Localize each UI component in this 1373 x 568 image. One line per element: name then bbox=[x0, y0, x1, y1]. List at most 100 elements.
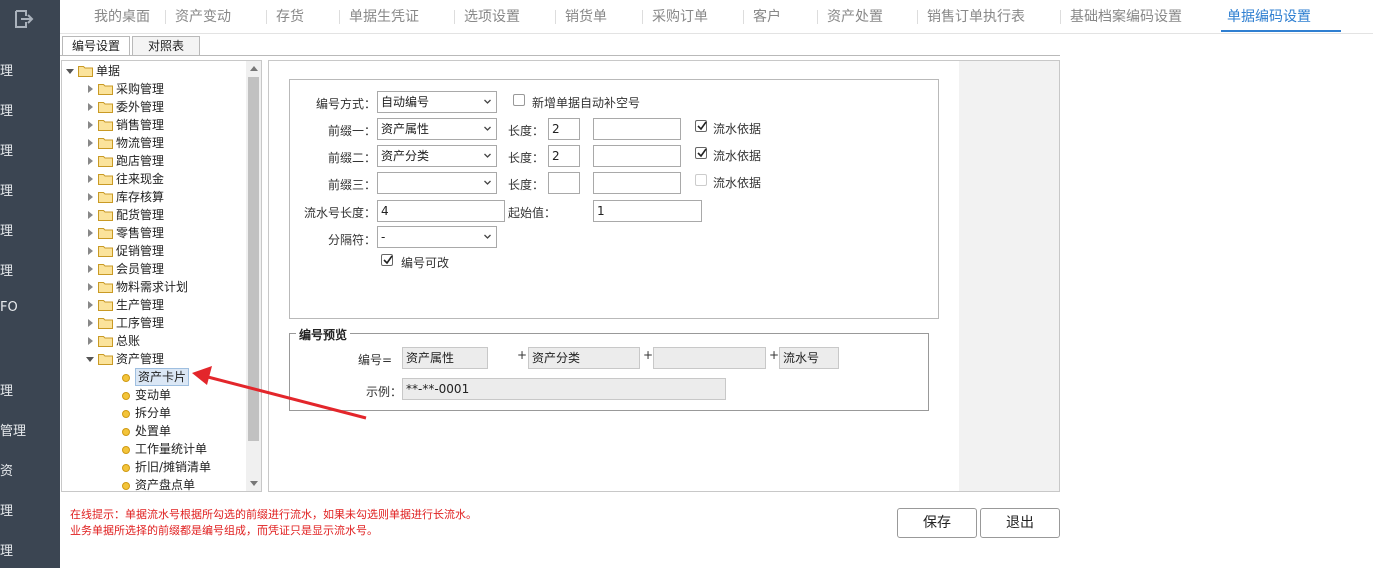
tab-doc-code-settings[interactable]: 单据编码设置 bbox=[1221, 0, 1341, 34]
scroll-thumb[interactable] bbox=[248, 77, 259, 441]
tab-my-desktop[interactable]: 我的桌面 bbox=[94, 0, 150, 34]
document-icon bbox=[122, 464, 130, 472]
expand-icon[interactable] bbox=[88, 85, 93, 93]
serial-basis3-checkbox[interactable] bbox=[695, 174, 707, 186]
prefix2-length-input[interactable]: 2 bbox=[548, 145, 580, 167]
save-button[interactable]: 保存 bbox=[897, 508, 977, 538]
expand-icon[interactable] bbox=[88, 103, 93, 111]
example-label: 示例： bbox=[366, 385, 403, 399]
tab-customer[interactable]: 客户 bbox=[743, 0, 781, 34]
scroll-down-icon[interactable] bbox=[250, 481, 258, 486]
prefix3-select[interactable] bbox=[377, 172, 497, 194]
expand-icon[interactable] bbox=[86, 357, 94, 362]
chevron-down-icon bbox=[484, 234, 491, 239]
folder-icon bbox=[98, 264, 113, 275]
prefix3-label: 前缀三： bbox=[327, 178, 376, 192]
start-value-input[interactable]: 1 bbox=[593, 200, 702, 222]
subtab-mapping[interactable]: 对照表 bbox=[132, 36, 200, 56]
expand-icon[interactable] bbox=[88, 157, 93, 165]
tab-sales-order-exec[interactable]: 销售订单执行表 bbox=[917, 0, 1025, 34]
expand-icon[interactable] bbox=[88, 175, 93, 183]
document-icon bbox=[122, 428, 130, 436]
prefix2-label: 前缀二： bbox=[327, 151, 376, 165]
expand-icon[interactable] bbox=[88, 121, 93, 129]
length-label: 长度： bbox=[508, 178, 545, 192]
subtab-numbering[interactable]: 编号设置 bbox=[62, 36, 130, 56]
sidebar-item[interactable]: 理 bbox=[0, 260, 60, 279]
folder-icon bbox=[98, 282, 113, 293]
scroll-up-icon[interactable] bbox=[250, 66, 258, 71]
sidebar-item[interactable]: 管理 bbox=[0, 420, 60, 439]
prefix2-extra-input[interactable] bbox=[593, 145, 681, 167]
serial-basis1-checkbox[interactable] bbox=[695, 120, 707, 132]
exit-button[interactable]: 退出 bbox=[980, 508, 1060, 538]
sidebar-item[interactable]: 理 bbox=[0, 100, 60, 119]
serial-basis2-checkbox[interactable] bbox=[695, 147, 707, 159]
expand-icon[interactable] bbox=[88, 139, 93, 147]
chevron-down-icon bbox=[484, 126, 491, 131]
sidebar-item[interactable]: 理 bbox=[0, 540, 60, 559]
tab-asset-change[interactable]: 资产变动 bbox=[165, 0, 231, 34]
tab-voucher-gen[interactable]: 单据生凭证 bbox=[339, 0, 419, 34]
prefix1-length-input[interactable]: 2 bbox=[548, 118, 580, 140]
tree-scrollbar[interactable] bbox=[246, 61, 261, 491]
folder-open-icon bbox=[78, 66, 93, 77]
expand-icon[interactable] bbox=[88, 283, 93, 291]
tree-label: 单据 bbox=[96, 64, 121, 78]
length-label: 长度： bbox=[508, 124, 545, 138]
sidebar-item[interactable]: 资 bbox=[0, 460, 60, 479]
tree-label: 配货管理 bbox=[116, 208, 165, 222]
numbering-method-select[interactable]: 自动编号 bbox=[377, 91, 497, 113]
folder-icon bbox=[98, 102, 113, 113]
expand-icon[interactable] bbox=[88, 337, 93, 345]
serial-length-label: 流水号长度： bbox=[303, 206, 376, 220]
editable-checkbox[interactable] bbox=[381, 254, 393, 266]
folder-icon bbox=[98, 336, 113, 347]
check-icon bbox=[697, 121, 707, 131]
prefix1-select[interactable]: 资产属性 bbox=[377, 118, 497, 140]
expand-icon[interactable] bbox=[88, 265, 93, 273]
numbering-method-label: 编号方式： bbox=[315, 97, 376, 111]
prefix3-extra-input[interactable] bbox=[593, 172, 681, 194]
sidebar-item[interactable]: FO bbox=[0, 300, 60, 315]
settings-panel: 编号方式： 自动编号 新增单据自动补空号 前缀一： 资产属性 长度： 2 流水依… bbox=[268, 60, 1060, 492]
prefix2-select[interactable]: 资产分类 bbox=[377, 145, 497, 167]
expand-icon[interactable] bbox=[88, 247, 93, 255]
folder-icon bbox=[98, 138, 113, 149]
expand-icon[interactable] bbox=[88, 301, 93, 309]
tab-asset-disposal[interactable]: 资产处置 bbox=[817, 0, 883, 34]
separator-select[interactable]: - bbox=[377, 226, 497, 248]
hint-line1: 在线提示：单据流水号根据所勾选的前缀进行流水，如果未勾选则单据进行长流水。 bbox=[70, 508, 477, 521]
preview-title: 编号预览 bbox=[296, 326, 351, 343]
sidebar-item[interactable]: 理 bbox=[0, 180, 60, 199]
editable-label: 编号可改 bbox=[401, 256, 450, 270]
folder-icon bbox=[98, 300, 113, 311]
expand-icon[interactable] bbox=[88, 319, 93, 327]
logout-icon[interactable] bbox=[12, 8, 34, 30]
auto-fill-checkbox[interactable] bbox=[513, 94, 525, 106]
preview-part2: 资产分类 bbox=[528, 347, 640, 369]
numbering-settings-box: 编号方式： 自动编号 新增单据自动补空号 前缀一： 资产属性 长度： 2 流水依… bbox=[289, 79, 939, 319]
expand-icon[interactable] bbox=[66, 69, 74, 74]
tree-label: 资产管理 bbox=[116, 352, 165, 366]
serial-length-input[interactable]: 4 bbox=[377, 200, 505, 222]
preview-part3 bbox=[653, 347, 766, 369]
sidebar-item[interactable]: 理 bbox=[0, 500, 60, 519]
sidebar-item[interactable]: 理 bbox=[0, 60, 60, 79]
tab-inventory[interactable]: 存货 bbox=[266, 0, 304, 34]
sidebar-item[interactable]: 理 bbox=[0, 220, 60, 239]
chevron-down-icon bbox=[484, 153, 491, 158]
folder-icon bbox=[98, 210, 113, 221]
tab-purchase-order[interactable]: 采购订单 bbox=[642, 0, 708, 34]
tab-archive-code[interactable]: 基础档案编码设置 bbox=[1060, 0, 1182, 34]
expand-icon[interactable] bbox=[88, 193, 93, 201]
sidebar-item[interactable]: 理 bbox=[0, 380, 60, 399]
expand-icon[interactable] bbox=[88, 211, 93, 219]
tab-sales-note[interactable]: 销货单 bbox=[555, 0, 607, 34]
tab-options[interactable]: 选项设置 bbox=[454, 0, 520, 34]
sidebar-item[interactable]: 理 bbox=[0, 140, 60, 159]
expand-icon[interactable] bbox=[88, 229, 93, 237]
divider bbox=[60, 55, 1060, 56]
prefix1-extra-input[interactable] bbox=[593, 118, 681, 140]
prefix3-length-input[interactable] bbox=[548, 172, 580, 194]
